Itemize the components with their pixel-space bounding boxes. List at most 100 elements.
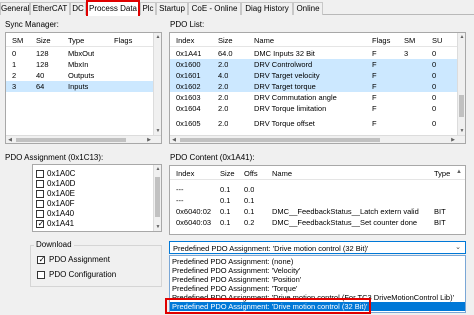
tab-ethercat[interactable]: EtherCAT: [30, 2, 70, 15]
sm-cell: 3: [404, 49, 409, 58]
list-item[interactable]: 0x1A0D: [36, 179, 146, 189]
table-row[interactable]: 2 40 Outputs: [6, 70, 153, 81]
col-size[interactable]: Size: [220, 168, 235, 179]
pdo-configuration-download-checkbox[interactable]: PDO Configuration: [37, 270, 147, 281]
table-row[interactable]: 1 128 MbxIn: [6, 59, 153, 70]
tab-dc[interactable]: DC: [70, 2, 86, 15]
vertical-scrollbar[interactable]: ▲ ▼: [153, 33, 161, 143]
col-type[interactable]: Type: [434, 168, 450, 179]
table-row[interactable]: --- 0.1 0.1: [170, 195, 465, 206]
predefined-pdo-selected-value: Predefined PDO Assignment: 'Drive motion…: [173, 244, 369, 253]
tab-coe-online[interactable]: CoE - Online: [188, 2, 241, 15]
scroll-thumb[interactable]: [180, 138, 380, 142]
pdo-configuration-download-label: PDO Configuration: [49, 270, 117, 279]
tab-process-data[interactable]: Process Data: [86, 0, 140, 16]
pdo-content-list[interactable]: Index Size Offs Name Type ▲ --- 0.1 0.0 …: [169, 165, 466, 235]
scroll-up-icon[interactable]: ▲: [458, 33, 465, 41]
checkbox[interactable]: [36, 180, 44, 188]
table-row-selected[interactable]: 0x1601 4.0 DRV Target velocity F 0: [170, 70, 457, 81]
scroll-thumb[interactable]: [155, 177, 160, 217]
pdo-assignment-download-checkbox[interactable]: ✓ PDO Assignment: [37, 255, 147, 266]
chevron-down-icon[interactable]: ⌄: [455, 243, 461, 253]
scroll-down-icon[interactable]: ▼: [154, 127, 161, 135]
pdo-list[interactable]: Index Size Name Flags SM SU 0x1A41 64.0 …: [169, 32, 466, 144]
table-row-selected[interactable]: 0x1602 2.0 DRV Target torque F 0: [170, 81, 457, 92]
tab-plc[interactable]: Plc: [140, 2, 156, 15]
scroll-right-icon[interactable]: ▶: [145, 136, 153, 143]
table-row-selected[interactable]: 3 64 Inputs: [6, 81, 153, 92]
sm-cell: 3: [12, 82, 17, 91]
list-item[interactable]: 0x1A0E: [36, 189, 146, 199]
scroll-down-icon[interactable]: ▼: [154, 223, 161, 231]
scroll-thumb[interactable]: [16, 138, 126, 142]
pdo-list-header: Index Size Name Flags SM SU: [170, 33, 457, 47]
index-cell: 0x6040:02: [176, 207, 212, 216]
scroll-right-icon[interactable]: ▶: [449, 136, 457, 143]
checkbox[interactable]: [36, 200, 44, 208]
list-item[interactable]: 0x1A0C: [36, 169, 146, 179]
table-row[interactable]: --- 0.1 0.0: [170, 184, 465, 195]
su-cell: 0: [432, 60, 437, 69]
pdo-label: 0x1A0C: [47, 169, 76, 178]
table-row[interactable]: 0x6040:02 0.1 0.1 DMC__FeedbackStatus__L…: [170, 206, 465, 217]
horizontal-scrollbar[interactable]: ◀ ▶: [6, 135, 161, 143]
col-size[interactable]: Size: [218, 35, 233, 46]
table-row[interactable]: 0x1604 2.0 DRV Torque limitation F 0: [170, 103, 457, 114]
scroll-down-icon[interactable]: ▼: [458, 127, 465, 135]
col-sm[interactable]: SM: [12, 35, 23, 46]
predefined-pdo-select[interactable]: Predefined PDO Assignment: 'Drive motion…: [169, 241, 466, 254]
checkbox[interactable]: [36, 210, 44, 218]
dropdown-option[interactable]: Predefined PDO Assignment: 'Velocity': [170, 266, 465, 275]
name-cell: DRV Torque offset: [254, 119, 315, 128]
dropdown-option[interactable]: Predefined PDO Assignment: (none): [170, 257, 465, 266]
scroll-left-icon[interactable]: ◀: [6, 136, 14, 143]
table-row[interactable]: 0 128 MbxOut: [6, 48, 153, 59]
col-offs[interactable]: Offs: [244, 168, 258, 179]
checkbox[interactable]: [36, 190, 44, 198]
name-cell: DMC__FeedbackStatus__Latch extern valid: [272, 207, 419, 216]
checkbox[interactable]: ✓: [36, 220, 44, 228]
sync-manager-list[interactable]: SM Size Type Flags 0 128 MbxOut 1 128 Mb…: [5, 32, 162, 144]
table-row[interactable]: 0x6040:03 0.1 0.2 DMC__FeedbackStatus__S…: [170, 217, 465, 228]
scroll-thumb[interactable]: [459, 95, 464, 117]
scroll-up-icon[interactable]: ▲: [154, 165, 161, 173]
list-item[interactable]: 0x1A40: [36, 209, 146, 219]
table-row-selected[interactable]: 0x1600 2.0 DRV Controlword F 0: [170, 59, 457, 70]
col-size[interactable]: Size: [36, 35, 51, 46]
checkbox[interactable]: ✓: [37, 256, 45, 264]
dropdown-option[interactable]: Predefined PDO Assignment: 'Torque': [170, 284, 465, 293]
scroll-up-icon[interactable]: ▲: [456, 169, 462, 175]
list-item[interactable]: 0x1A0F: [36, 199, 146, 209]
dropdown-option[interactable]: Predefined PDO Assignment: 'Position': [170, 275, 465, 284]
table-row[interactable]: 0x1605 2.0 DRV Torque offset F 0: [170, 114, 457, 128]
vertical-scrollbar[interactable]: ▲ ▼: [153, 165, 161, 231]
tab-general[interactable]: General: [0, 2, 30, 15]
tab-diag-history[interactable]: Diag History: [241, 2, 293, 15]
col-sm[interactable]: SM: [404, 35, 415, 46]
flags-cell: F: [372, 71, 377, 80]
checkbox[interactable]: [37, 271, 45, 279]
col-flags[interactable]: Flags: [372, 35, 390, 46]
checkbox[interactable]: [36, 170, 44, 178]
col-index[interactable]: Index: [176, 35, 194, 46]
type-cell: MbxOut: [68, 49, 95, 58]
sync-manager-title: Sync Manager:: [5, 20, 59, 29]
table-row[interactable]: 0x1603 2.0 DRV Commutation angle F 0: [170, 92, 457, 103]
horizontal-scrollbar[interactable]: ◀ ▶: [170, 135, 465, 143]
pdo-assignment-list[interactable]: 0x1A0C 0x1A0D 0x1A0E 0x1A0F 0x1A40 ✓ 0x1…: [32, 164, 162, 232]
col-name[interactable]: Name: [272, 168, 292, 179]
tab-online[interactable]: Online: [293, 2, 323, 15]
vertical-scrollbar[interactable]: ▲ ▼: [457, 33, 465, 143]
scroll-up-icon[interactable]: ▲: [154, 33, 161, 41]
table-row[interactable]: 0x1A41 64.0 DMC Inputs 32 Bit F 3 0: [170, 48, 457, 59]
col-type[interactable]: Type: [68, 35, 84, 46]
scroll-left-icon[interactable]: ◀: [170, 136, 178, 143]
tab-startup[interactable]: Startup: [156, 2, 188, 15]
col-name[interactable]: Name: [254, 35, 274, 46]
col-su[interactable]: SU: [432, 35, 442, 46]
col-flags[interactable]: Flags: [114, 35, 132, 46]
flags-cell: F: [372, 60, 377, 69]
list-item[interactable]: ✓ 0x1A41: [36, 219, 146, 229]
pdo-assignment-title: PDO Assignment (0x1C13):: [5, 153, 104, 162]
col-index[interactable]: Index: [176, 168, 194, 179]
